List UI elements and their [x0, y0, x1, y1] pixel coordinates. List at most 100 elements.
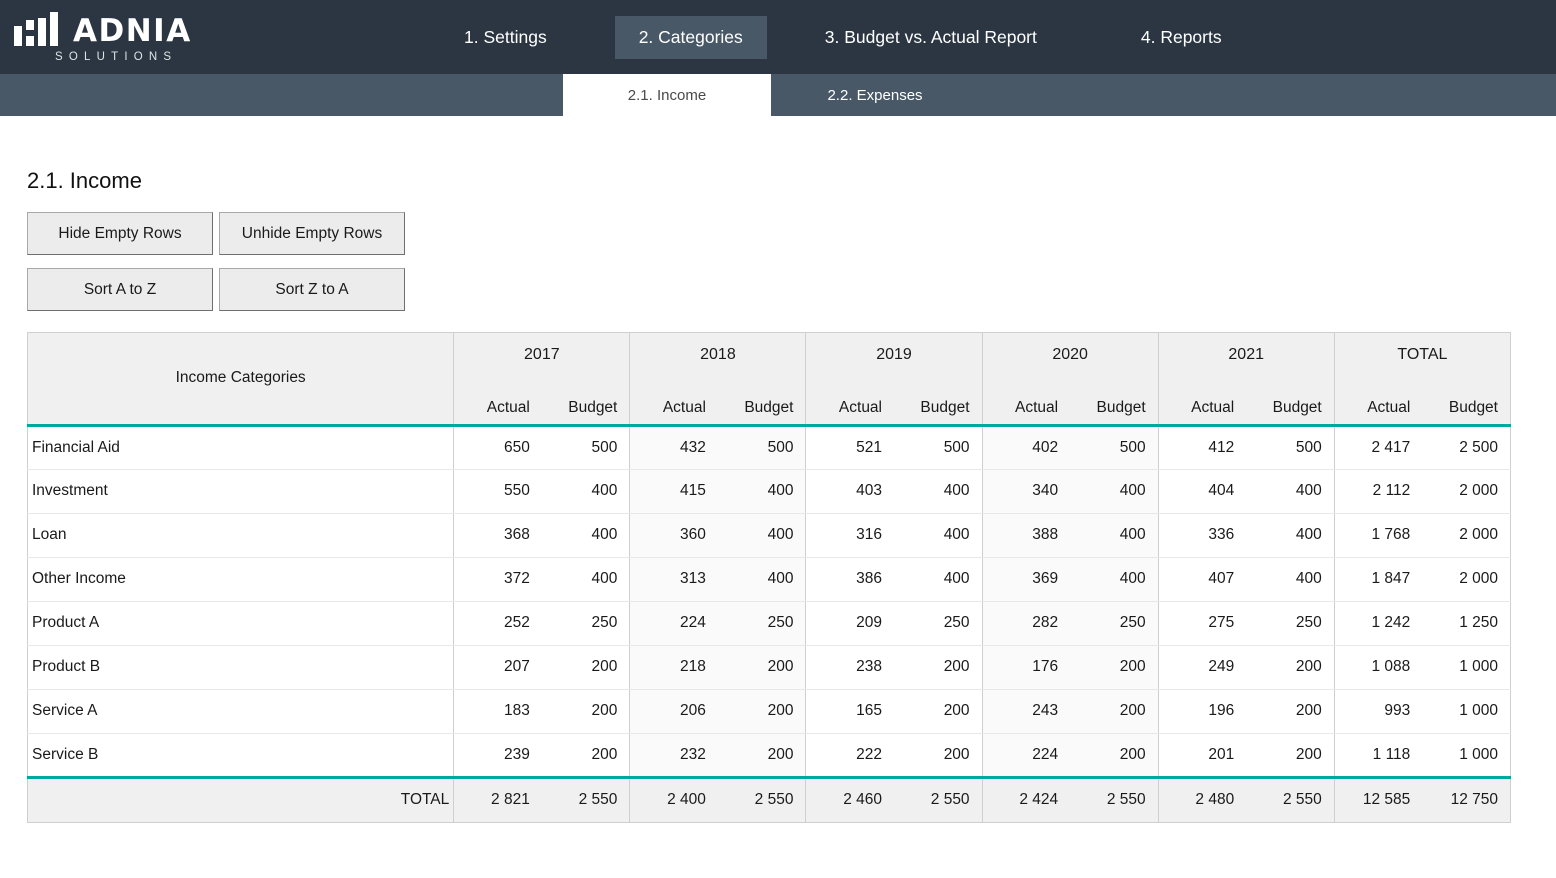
primary-nav: 1. Settings 2. Categories 3. Budget vs. … [440, 0, 1246, 74]
bar-chart-logo-icon [14, 12, 62, 46]
row-value-cell: 336 [1158, 513, 1246, 557]
row-value-cell: 238 [806, 645, 894, 689]
table-row: Other Income3724003134003864003694004074… [28, 557, 1511, 601]
row-value-cell: 1 000 [1422, 689, 1510, 733]
row-value-cell: 222 [806, 733, 894, 777]
row-value-cell: 1 250 [1422, 601, 1510, 645]
brand-logo[interactable]: ADNIA SOLUTIONS [10, 8, 180, 66]
sort-a-to-z-button[interactable]: Sort A to Z [27, 268, 213, 311]
column-header-2021-actual: Actual [1158, 381, 1246, 425]
table-head: Income Categories 2017 2018 2019 2020 20… [28, 333, 1511, 426]
total-value-cell: 2 550 [894, 777, 982, 822]
row-value-cell: 200 [718, 733, 806, 777]
row-value-cell: 200 [1070, 733, 1158, 777]
row-value-cell: 400 [718, 557, 806, 601]
column-header-2021-budget: Budget [1246, 381, 1334, 425]
row-value-cell: 1 242 [1334, 601, 1422, 645]
row-value-cell: 200 [542, 689, 630, 733]
column-header-total-actual: Actual [1334, 381, 1422, 425]
row-value-cell: 224 [630, 601, 718, 645]
total-value-cell: 2 550 [1070, 777, 1158, 822]
nav-item-categories[interactable]: 2. Categories [615, 16, 767, 59]
row-value-cell: 386 [806, 557, 894, 601]
nav-item-reports[interactable]: 4. Reports [1117, 16, 1246, 59]
row-value-cell: 400 [1070, 469, 1158, 513]
row-value-cell: 200 [894, 689, 982, 733]
row-value-cell: 500 [894, 425, 982, 469]
subnav-item-income[interactable]: 2.1. Income [563, 74, 771, 116]
column-header-2020-budget: Budget [1070, 381, 1158, 425]
row-value-cell: 650 [454, 425, 542, 469]
row-value-cell: 500 [718, 425, 806, 469]
total-row-label: TOTAL [28, 777, 454, 822]
total-value-cell: 2 400 [630, 777, 718, 822]
table-body: Financial Aid650500432500521500402500412… [28, 425, 1511, 777]
row-value-cell: 2 417 [1334, 425, 1422, 469]
row-value-cell: 2 000 [1422, 513, 1510, 557]
row-value-cell: 407 [1158, 557, 1246, 601]
total-value-cell: 2 550 [718, 777, 806, 822]
row-value-cell: 400 [542, 469, 630, 513]
column-group-2020: 2020 [982, 333, 1158, 382]
row-value-cell: 316 [806, 513, 894, 557]
row-value-cell: 200 [718, 645, 806, 689]
row-value-cell: 400 [1246, 557, 1334, 601]
table-group-header-row: Income Categories 2017 2018 2019 2020 20… [28, 333, 1511, 382]
row-value-cell: 1 768 [1334, 513, 1422, 557]
nav-item-budget-vs-actual-report[interactable]: 3. Budget vs. Actual Report [801, 16, 1061, 59]
row-value-cell: 521 [806, 425, 894, 469]
row-value-cell: 209 [806, 601, 894, 645]
row-value-cell: 400 [542, 513, 630, 557]
row-value-cell: 2 112 [1334, 469, 1422, 513]
table-row: Financial Aid650500432500521500402500412… [28, 425, 1511, 469]
row-value-cell: 412 [1158, 425, 1246, 469]
row-value-cell: 432 [630, 425, 718, 469]
row-value-cell: 282 [982, 601, 1070, 645]
total-value-cell: 12 750 [1422, 777, 1510, 822]
row-value-cell: 200 [1070, 689, 1158, 733]
brand-tagline: SOLUTIONS [10, 51, 180, 63]
row-value-cell: 1 847 [1334, 557, 1422, 601]
row-category-label: Product B [28, 645, 454, 689]
total-value-cell: 2 480 [1158, 777, 1246, 822]
row-value-cell: 993 [1334, 689, 1422, 733]
app-header: ADNIA SOLUTIONS 1. Settings 2. Categorie… [0, 0, 1556, 74]
subnav-spacer [0, 74, 563, 116]
row-value-cell: 176 [982, 645, 1070, 689]
row-value-cell: 500 [542, 425, 630, 469]
row-value-cell: 369 [982, 557, 1070, 601]
row-value-cell: 183 [454, 689, 542, 733]
total-value-cell: 2 550 [1246, 777, 1334, 822]
row-value-cell: 201 [1158, 733, 1246, 777]
income-table-wrapper: Income Categories 2017 2018 2019 2020 20… [27, 332, 1511, 823]
hide-empty-rows-button[interactable]: Hide Empty Rows [27, 212, 213, 255]
row-value-cell: 250 [542, 601, 630, 645]
row-value-cell: 200 [718, 689, 806, 733]
row-value-cell: 250 [1246, 601, 1334, 645]
row-category-label: Product A [28, 601, 454, 645]
row-value-cell: 404 [1158, 469, 1246, 513]
table-foot: TOTAL 2 8212 5502 4002 5502 4602 5502 42… [28, 777, 1511, 822]
main-content: 2.1. Income Hide Empty Rows Unhide Empty… [0, 168, 1556, 823]
sort-z-to-a-button[interactable]: Sort Z to A [219, 268, 405, 311]
row-value-cell: 206 [630, 689, 718, 733]
row-value-cell: 249 [1158, 645, 1246, 689]
row-value-cell: 400 [542, 557, 630, 601]
row-value-cell: 200 [1246, 645, 1334, 689]
row-value-cell: 239 [454, 733, 542, 777]
row-category-label: Loan [28, 513, 454, 557]
column-group-2018: 2018 [630, 333, 806, 382]
nav-item-settings[interactable]: 1. Settings [440, 16, 571, 59]
row-value-cell: 252 [454, 601, 542, 645]
row-value-cell: 243 [982, 689, 1070, 733]
row-value-cell: 200 [894, 733, 982, 777]
table-row: Product A2522502242502092502822502752501… [28, 601, 1511, 645]
row-value-cell: 165 [806, 689, 894, 733]
unhide-empty-rows-button[interactable]: Unhide Empty Rows [219, 212, 405, 255]
subnav-item-expenses[interactable]: 2.2. Expenses [771, 74, 979, 116]
row-value-cell: 200 [1070, 645, 1158, 689]
column-header-2017-budget: Budget [542, 381, 630, 425]
row-value-cell: 400 [718, 469, 806, 513]
row-value-cell: 275 [1158, 601, 1246, 645]
row-value-cell: 400 [718, 513, 806, 557]
